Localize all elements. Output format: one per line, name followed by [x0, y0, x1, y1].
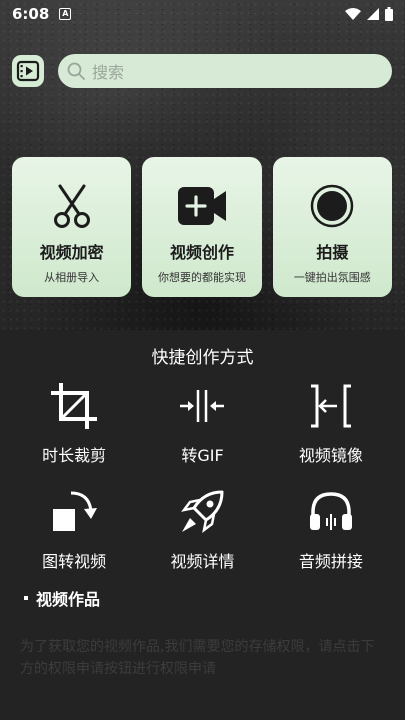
quick-tools-grid: 时长裁剪 转GIF 视频镜像 图转视频 视频详情 音频拼接: [10, 380, 395, 572]
card-subtitle: 你想要的都能实现: [157, 271, 246, 284]
tool-image-to-video[interactable]: 图转视频: [10, 486, 138, 572]
headphones-icon: [309, 492, 352, 530]
card-video-encrypt[interactable]: 视频加密 从相册导入: [12, 157, 132, 297]
app-logo-icon[interactable]: [12, 55, 44, 87]
signal-icon: [367, 8, 379, 20]
status-bar: 6:08 A: [0, 0, 405, 28]
status-time: 6:08: [12, 5, 50, 23]
tool-audio-splice[interactable]: 音频拼接: [267, 486, 395, 572]
tool-to-gif[interactable]: 转GIF: [138, 380, 266, 466]
crop-icon: [51, 383, 98, 429]
notification-icon: A: [59, 8, 72, 20]
tool-label: 视频镜像: [298, 446, 363, 465]
card-title: 视频创作: [169, 243, 234, 262]
bullet-icon: [24, 596, 28, 600]
video-add-icon: [177, 187, 226, 225]
permission-notice: 为了获取您的视频作品,我们需要您的存储权限，请点击下方的权限申请按钮进行权限申请: [20, 639, 375, 677]
card-title: 拍摄: [316, 243, 349, 262]
tool-label: 视频详情: [170, 552, 235, 571]
tool-label: 转GIF: [181, 446, 224, 465]
works-title: 视频作品: [36, 590, 101, 609]
search-bar[interactable]: 搜索: [58, 54, 392, 88]
wifi-icon: [345, 8, 361, 20]
card-video-create[interactable]: 视频创作 你想要的都能实现: [142, 157, 262, 297]
scissors-icon: [53, 184, 90, 228]
header: 搜索: [12, 54, 392, 88]
rotate-image-icon: [53, 491, 98, 531]
tool-label: 时长裁剪: [42, 446, 107, 465]
tool-duration-crop[interactable]: 时长裁剪: [10, 380, 138, 466]
search-placeholder: 搜索: [92, 63, 125, 82]
search-icon: [67, 62, 85, 80]
tool-video-mirror[interactable]: 视频镜像: [267, 380, 395, 466]
tool-video-details[interactable]: 视频详情: [138, 486, 266, 572]
card-title: 视频加密: [39, 243, 104, 262]
works-section-header: 视频作品: [24, 586, 100, 610]
quick-section-title: 快捷创作方式: [151, 348, 254, 368]
feature-cards: 视频加密 从相册导入 视频创作 你想要的都能实现 拍摄 一键拍出氛围感: [12, 157, 392, 297]
tool-label: 音频拼接: [298, 552, 363, 571]
rocket-icon: [181, 490, 224, 533]
card-subtitle: 从相册导入: [44, 271, 100, 284]
mirror-icon: [310, 384, 351, 428]
status-icons: [345, 7, 393, 21]
card-subtitle: 一键拍出氛围感: [293, 271, 371, 284]
tool-label: 图转视频: [42, 552, 107, 571]
compress-arrows-icon: [180, 390, 225, 422]
card-shoot[interactable]: 拍摄 一键拍出氛围感: [272, 157, 392, 297]
record-icon: [311, 184, 354, 228]
battery-icon: [385, 7, 393, 21]
